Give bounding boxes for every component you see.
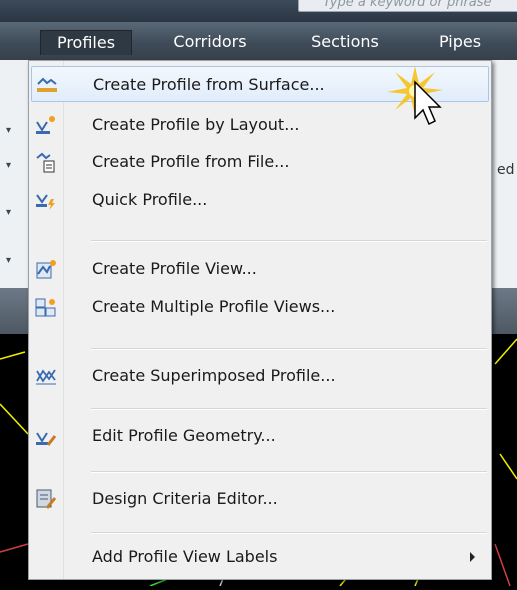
toolbar-text-fragment: ed <box>497 162 515 178</box>
toolbar-dropdown-arrow[interactable]: ▾ <box>6 125 11 136</box>
menu-item-design-criteria-editor[interactable]: Design Criteria Editor... <box>31 481 489 517</box>
search-input[interactable]: Type a keyword or phrase <box>298 0 517 12</box>
profile-from-file-icon <box>35 151 57 173</box>
menu-item-label: Quick Profile... <box>92 190 208 209</box>
multiple-profile-views-icon <box>35 296 57 318</box>
menu-corridors[interactable]: Corridors <box>150 30 270 54</box>
menu-item-add-profile-view-labels[interactable]: Add Profile View Labels <box>31 539 489 575</box>
menu-item-label: Create Multiple Profile Views... <box>92 297 336 316</box>
toolbar-dropdown-arrow[interactable]: ▾ <box>6 207 11 218</box>
toolbar-dropdown-arrow[interactable]: ▾ <box>6 160 11 171</box>
menu-item-create-profile-from-file[interactable]: Create Profile from File... <box>31 144 489 180</box>
menu-item-label: Create Superimposed Profile... <box>92 366 336 385</box>
menu-separator <box>91 471 487 473</box>
menu-item-quick-profile[interactable]: Quick Profile... <box>31 182 489 218</box>
quick-profile-icon <box>35 189 57 211</box>
menu-profiles[interactable]: Profiles <box>40 30 132 55</box>
menu-item-label: Add Profile View Labels <box>92 547 278 566</box>
menu-item-label: Create Profile from Surface... <box>93 75 325 94</box>
profile-by-layout-icon <box>35 114 57 136</box>
menu-pipes[interactable]: Pipes <box>420 30 500 54</box>
mouse-cursor-icon <box>414 80 442 126</box>
menu-separator <box>91 532 487 534</box>
menu-separator <box>91 348 487 350</box>
design-criteria-editor-icon <box>35 488 57 510</box>
profile-view-icon <box>35 258 57 280</box>
menu-separator <box>91 408 487 410</box>
title-strip: Type a keyword or phrase <box>0 0 517 22</box>
superimposed-profile-icon <box>35 365 57 387</box>
menu-item-label: Edit Profile Geometry... <box>92 426 276 445</box>
menu-item-label: Design Criteria Editor... <box>92 489 278 508</box>
menu-item-label: Create Profile by Layout... <box>92 115 300 134</box>
menu-item-create-profile-view[interactable]: Create Profile View... <box>31 251 489 287</box>
toolbar-dropdown-arrow[interactable]: ▾ <box>6 255 11 266</box>
edit-profile-geometry-icon <box>35 425 57 447</box>
menu-separator <box>91 240 487 242</box>
menu-item-label: Create Profile View... <box>92 259 257 278</box>
profile-from-surface-icon <box>36 74 58 96</box>
submenu-arrow-icon <box>470 552 475 562</box>
menu-sections[interactable]: Sections <box>290 30 400 54</box>
menu-item-create-superimposed-profile[interactable]: Create Superimposed Profile... <box>31 358 489 394</box>
menu-bar: Profiles Corridors Sections Pipes <box>0 22 517 60</box>
menu-item-edit-profile-geometry[interactable]: Edit Profile Geometry... <box>31 418 489 454</box>
menu-item-create-multiple-profile-views[interactable]: Create Multiple Profile Views... <box>31 289 489 325</box>
click-highlight <box>387 66 443 126</box>
menu-item-label: Create Profile from File... <box>92 152 290 171</box>
